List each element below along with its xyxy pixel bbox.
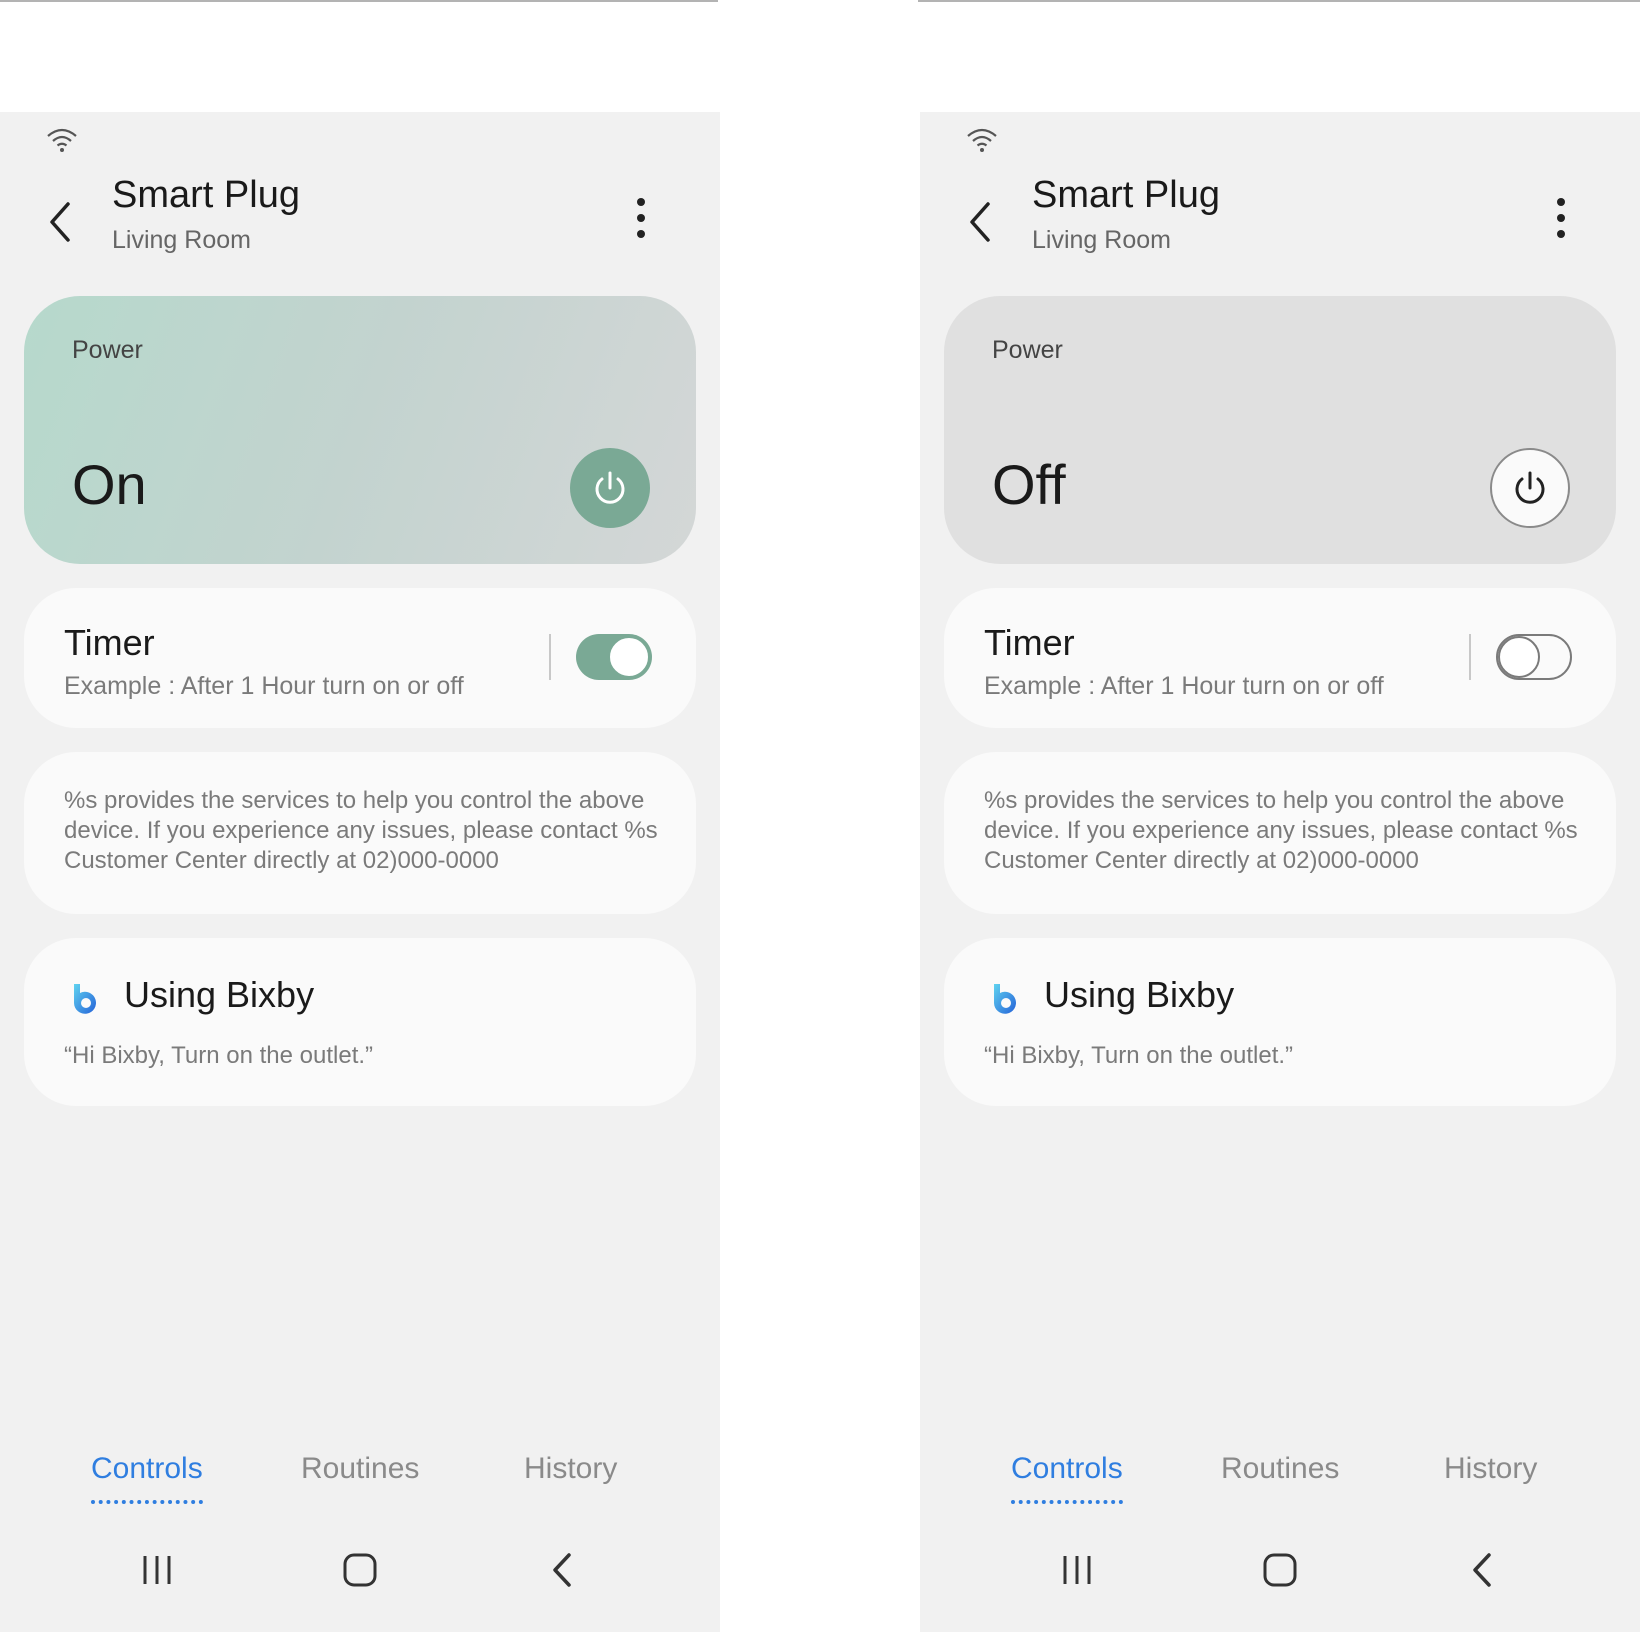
bixby-icon [994, 984, 1016, 1014]
system-nav-bar [920, 1540, 1640, 1620]
service-info-text: %s provides the services to help you con… [984, 787, 1578, 874]
nav-back-icon[interactable] [1463, 1550, 1503, 1590]
service-info-text: %s provides the services to help you con… [64, 787, 658, 874]
bixby-icon [74, 984, 96, 1014]
bixby-card[interactable]: Using Bixby “Hi Bixby, Turn on the outle… [944, 938, 1616, 1106]
timer-toggle[interactable] [576, 634, 652, 680]
device-location: Living Room [112, 226, 251, 254]
top-divider-left [0, 0, 718, 2]
timer-toggle[interactable] [1496, 634, 1572, 680]
tab-history[interactable]: History [524, 1452, 617, 1486]
wifi-icon [967, 128, 997, 152]
power-state: On [72, 453, 147, 516]
power-icon [1515, 471, 1545, 504]
wifi-icon [47, 128, 77, 152]
bixby-title: Using Bixby [124, 974, 315, 1015]
more-vertical-icon[interactable] [630, 194, 652, 242]
timer-title: Timer [984, 622, 1075, 663]
power-button[interactable] [1490, 448, 1570, 528]
timer-divider [1469, 634, 1471, 680]
timer-card[interactable]: Timer Example : After 1 Hour turn on or … [24, 588, 696, 728]
bottom-tabs: Controls Routines History [920, 1452, 1640, 1532]
timer-divider [549, 634, 551, 680]
power-state: Off [992, 453, 1066, 516]
power-button[interactable] [570, 448, 650, 528]
tab-controls[interactable]: Controls [1011, 1452, 1123, 1504]
power-card[interactable]: Power On [24, 296, 696, 564]
tab-controls[interactable]: Controls [91, 1452, 203, 1504]
tab-label: Routines [301, 1452, 420, 1485]
device-title: Smart Plug [1032, 174, 1220, 216]
tab-label: Controls [91, 1452, 203, 1485]
more-vertical-icon[interactable] [1550, 194, 1572, 242]
phone-screen-off: Smart Plug Living Room Power Off Timer E… [920, 112, 1640, 1632]
recents-icon[interactable] [137, 1550, 177, 1590]
power-label: Power [992, 336, 1063, 364]
bixby-example: “Hi Bixby, Turn on the outlet.” [984, 1042, 1294, 1069]
tab-label: Controls [1011, 1452, 1123, 1485]
tab-label: Routines [1221, 1452, 1340, 1485]
home-icon[interactable] [340, 1550, 380, 1590]
active-tab-indicator [91, 1500, 203, 1504]
power-label: Power [72, 336, 143, 364]
timer-card[interactable]: Timer Example : After 1 Hour turn on or … [944, 588, 1616, 728]
system-nav-bar [0, 1540, 720, 1620]
tab-routines[interactable]: Routines [301, 1452, 419, 1486]
bixby-title: Using Bixby [1044, 974, 1235, 1015]
info-card: %s provides the services to help you con… [944, 752, 1616, 914]
toggle-knob [1498, 636, 1540, 678]
tab-history[interactable]: History [1444, 1452, 1537, 1486]
home-icon[interactable] [1260, 1550, 1300, 1590]
timer-title: Timer [64, 622, 155, 663]
tab-label: History [524, 1452, 618, 1485]
timer-description: Example : After 1 Hour turn on or off [984, 672, 1384, 700]
phone-screen-on: Smart Plug Living Room Power On Timer Ex… [0, 112, 720, 1632]
recents-icon[interactable] [1057, 1550, 1097, 1590]
tab-routines[interactable]: Routines [1221, 1452, 1339, 1486]
tab-label: History [1444, 1452, 1538, 1485]
back-arrow-icon[interactable] [42, 192, 82, 252]
bixby-card[interactable]: Using Bixby “Hi Bixby, Turn on the outle… [24, 938, 696, 1106]
nav-back-icon[interactable] [543, 1550, 583, 1590]
bottom-tabs: Controls Routines History [0, 1452, 720, 1532]
device-location: Living Room [1032, 226, 1171, 254]
back-arrow-icon[interactable] [962, 192, 1002, 252]
toggle-knob [608, 636, 650, 678]
power-card[interactable]: Power Off [944, 296, 1616, 564]
device-title: Smart Plug [112, 174, 300, 216]
power-icon [595, 471, 625, 504]
timer-description: Example : After 1 Hour turn on or off [64, 672, 464, 700]
top-divider-right [918, 0, 1640, 2]
active-tab-indicator [1011, 1500, 1123, 1504]
bixby-example: “Hi Bixby, Turn on the outlet.” [64, 1042, 374, 1069]
info-card: %s provides the services to help you con… [24, 752, 696, 914]
